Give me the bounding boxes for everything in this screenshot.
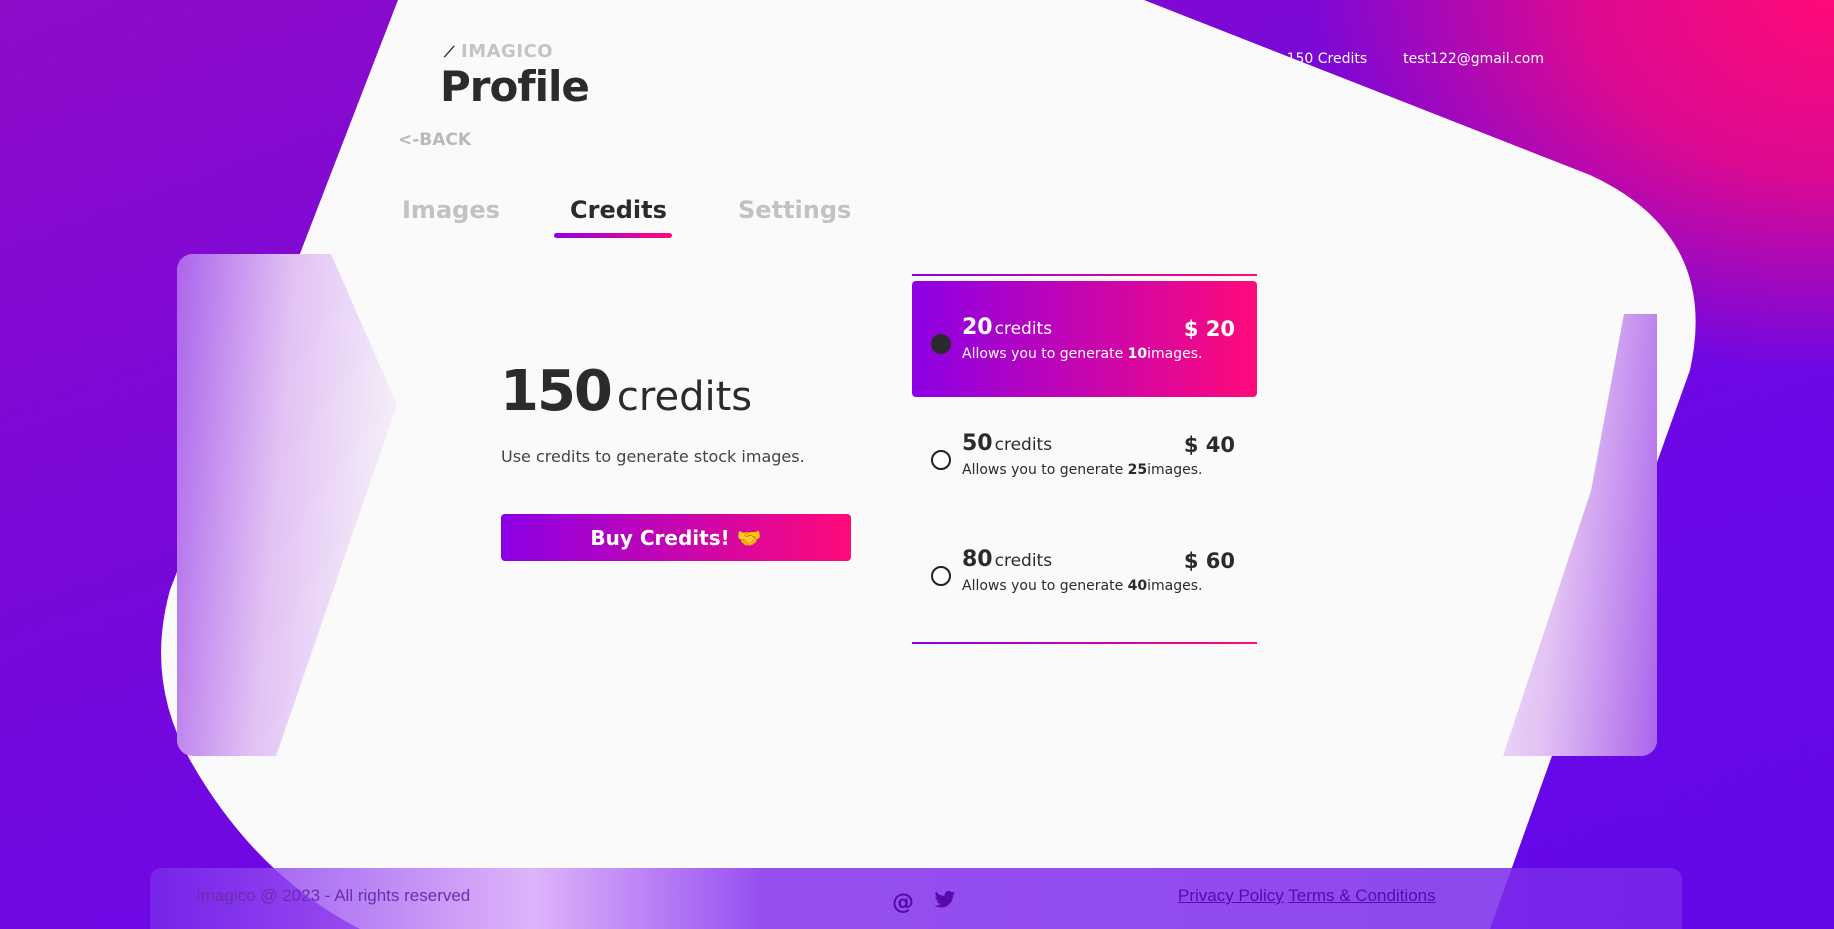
plan-description: Allows you to generate 25images. (962, 462, 1257, 478)
plan-price: $ 60 (1183, 549, 1235, 573)
plan-description: Allows you to generate 10images. (962, 346, 1257, 362)
plan-desc-prefix: Allows you to generate (962, 578, 1128, 594)
plan-qty: 20 (962, 315, 993, 340)
plan-image-count: 10 (1127, 346, 1148, 362)
user-email-link[interactable]: test122@gmail.com (1403, 51, 1544, 67)
plan-option-80[interactable]: 80 credits $ 60 Allows you to generate 40… (912, 513, 1257, 629)
radio-button[interactable] (931, 334, 951, 354)
plan-unit: credits (994, 551, 1053, 571)
plan-option-50[interactable]: 50 credits $ 40 Allows you to generate 25… (912, 397, 1257, 513)
plan-qty: 50 (962, 431, 993, 456)
plan-desc-prefix: Allows you to generate (962, 462, 1128, 478)
plan-unit: credits (994, 435, 1053, 455)
brand-logo[interactable]: ⟋ IMAGICO (444, 41, 553, 62)
plan-description: Allows you to generate 40images. (962, 578, 1257, 594)
plan-desc-suffix: images. (1147, 346, 1203, 362)
plan-image-count: 40 (1127, 578, 1148, 594)
plan-desc-suffix: images. (1147, 578, 1203, 594)
footer: Imagico @ 2023 - All rights reserved @ P… (150, 868, 1682, 929)
copyright-text: Imagico @ 2023 - All rights reserved (196, 886, 471, 905)
radio-button[interactable] (931, 566, 951, 586)
tab-settings[interactable]: Settings (738, 196, 906, 224)
credits-description: Use credits to generate stock images. (501, 447, 805, 466)
legal-links: Privacy Policy Terms & Conditions (1178, 886, 1436, 906)
active-tab-indicator (554, 233, 672, 238)
plan-price: $ 40 (1183, 433, 1235, 457)
plan-desc-prefix: Allows you to generate (962, 346, 1128, 362)
top-nav: 150 Credits test122@gmail.com (1287, 51, 1544, 67)
back-link[interactable]: <-BACK (398, 130, 471, 150)
page-title: Profile (440, 62, 590, 111)
credits-card: 150 credits Use credits to generate stock… (177, 254, 1657, 756)
plan-unit: credits (994, 319, 1053, 339)
credits-balance: 150 credits (500, 359, 752, 424)
credits-balance-unit: credits (616, 374, 753, 420)
twitter-icon[interactable] (934, 890, 956, 916)
credits-balance-number: 150 (500, 359, 613, 424)
tab-settings-label: Settings (738, 196, 852, 224)
credits-link[interactable]: 150 Credits (1287, 51, 1368, 67)
brand-name: IMAGICO (461, 41, 554, 62)
plan-price: $ 20 (1183, 317, 1235, 341)
plan-image-count: 25 (1127, 462, 1148, 478)
social-links: @ (892, 890, 956, 916)
privacy-policy-link[interactable]: Privacy Policy (1178, 886, 1284, 905)
plan-desc-suffix: images. (1147, 462, 1203, 478)
plan-list: 20 credits $ 20 Allows you to generate 10… (912, 274, 1257, 644)
profile-tabs: Images Credits Settings (402, 196, 906, 238)
card-decoration-left (177, 254, 397, 756)
terms-link[interactable]: Terms & Conditions (1288, 886, 1435, 905)
plan-option-20[interactable]: 20 credits $ 20 Allows you to generate 10… (912, 281, 1257, 397)
tab-images-label: Images (402, 196, 500, 224)
card-decoration-right (1503, 314, 1657, 756)
plan-qty: 80 (962, 547, 993, 572)
radio-button[interactable] (931, 450, 951, 470)
tab-images[interactable]: Images (402, 196, 570, 224)
magic-wand-icon: ⟋ (444, 42, 456, 61)
buy-credits-button[interactable]: Buy Credits! 🤝 (501, 514, 851, 561)
tab-credits-label: Credits (570, 196, 667, 224)
tab-credits[interactable]: Credits (554, 196, 738, 238)
at-icon[interactable]: @ (892, 890, 914, 916)
